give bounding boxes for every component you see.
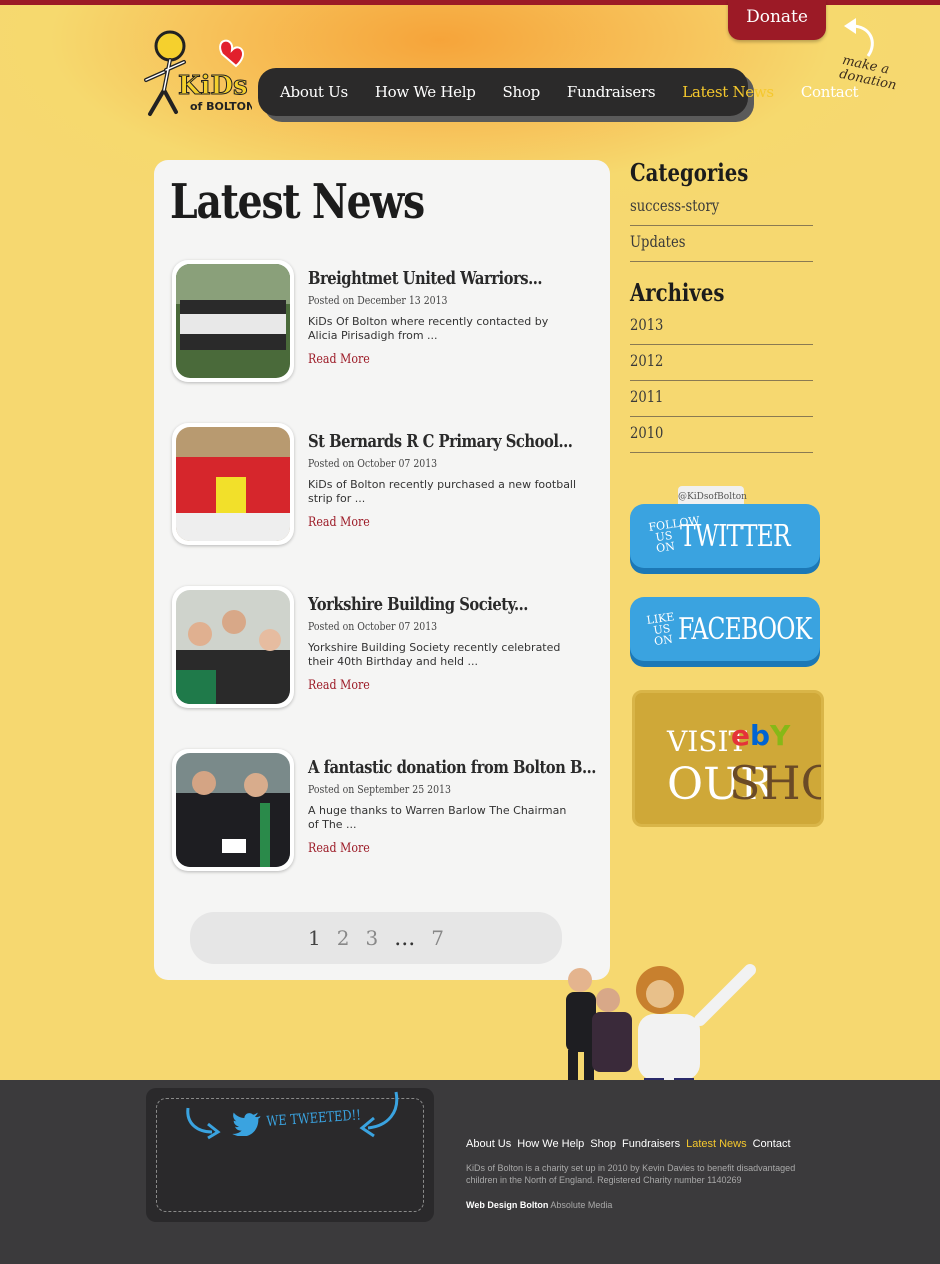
nav-item-contact[interactable]: Contact — [801, 83, 859, 101]
credit-agency[interactable]: Absolute Media — [550, 1200, 612, 1210]
category-link[interactable]: Updates — [630, 226, 813, 262]
category-link[interactable]: success-story — [630, 190, 813, 226]
post-date: Posted on October 07 2013 — [308, 457, 438, 470]
pagination-ellipsis: ... — [394, 925, 416, 951]
post-excerpt: KiDs Of Bolton where recently contacted … — [308, 315, 549, 342]
facebook-like-label: LIKE US ON — [645, 609, 676, 648]
post-thumbnail[interactable] — [172, 586, 294, 708]
post-title[interactable]: St Bernards R C Primary School... — [308, 431, 573, 452]
categories-heading: Categories — [630, 158, 749, 187]
footer-link-how-we-help[interactable]: How We Help — [517, 1138, 584, 1150]
site-footer: WE TWEETED!! About Us How We Help Shop F… — [0, 1080, 940, 1264]
footer-link-about-us[interactable]: About Us — [466, 1138, 511, 1150]
web-design-credit: Web Design Bolton Absolute Media — [466, 1200, 612, 1210]
archive-link[interactable]: 2010 — [630, 417, 813, 453]
news-post: A fantastic donation from Bolton B... Po… — [172, 749, 596, 873]
credit-link[interactable]: Web Design Bolton — [466, 1200, 548, 1210]
twitter-label: TWITTER — [680, 518, 791, 554]
svg-text:KiDs: KiDs — [178, 71, 248, 101]
footer-link-latest-news[interactable]: Latest News — [686, 1138, 747, 1150]
nav-item-latest-news[interactable]: Latest News — [682, 83, 774, 101]
nav-item-about-us[interactable]: About Us — [280, 83, 348, 101]
archives-list: 2013 2012 2011 2010 — [630, 309, 813, 453]
ebay-logo: ebY — [731, 719, 791, 752]
svg-text:of BOLTON: of BOLTON — [190, 100, 252, 113]
post-date: Posted on December 13 2013 — [308, 294, 448, 307]
post-thumbnail[interactable] — [172, 423, 294, 545]
post-title[interactable]: A fantastic donation from Bolton B... — [308, 757, 596, 778]
page-3-link[interactable]: 3 — [366, 926, 379, 950]
ebay-shop-banner[interactable]: VISIT OUR SHOP ebY — [632, 690, 869, 827]
post-excerpt: KiDs of Bolton recently purchased a new … — [308, 478, 577, 505]
news-post: St Bernards R C Primary School... Posted… — [172, 423, 592, 547]
left-arrow-icon — [186, 1107, 221, 1140]
like-facebook-button[interactable]: LIKE US ON FACEBOOK — [630, 597, 820, 661]
page-1-link[interactable]: 1 — [308, 926, 321, 950]
nav-item-how-we-help[interactable]: How We Help — [375, 83, 476, 101]
page-7-link[interactable]: 7 — [431, 926, 444, 950]
charity-info-text: KiDs of Bolton is a charity set up in 20… — [466, 1163, 796, 1185]
archives-heading: Archives — [630, 278, 725, 307]
footer-link-fundraisers[interactable]: Fundraisers — [622, 1138, 680, 1150]
ebay-shop-artwork: VISIT OUR SHOP ebY — [666, 719, 869, 810]
post-title[interactable]: Yorkshire Building Society... — [308, 594, 538, 615]
right-arrow-icon — [359, 1091, 399, 1138]
footer-nav: About Us How We Help Shop Fundraisers La… — [466, 1138, 791, 1150]
donate-button[interactable]: Donate — [728, 0, 826, 40]
post-thumbnail[interactable] — [172, 260, 294, 382]
post-date: Posted on October 07 2013 — [308, 620, 438, 633]
post-date: Posted on September 25 2013 — [308, 783, 451, 796]
curved-arrow-icon — [844, 18, 874, 57]
page-title: Latest News — [170, 174, 425, 230]
archive-link[interactable]: 2012 — [630, 345, 813, 381]
post-title[interactable]: Breightmet United Warriors... — [308, 268, 543, 289]
main-nav: About Us How We Help Shop Fundraisers La… — [258, 68, 859, 116]
follow-twitter-button[interactable]: FOLLOW US ON TWITTER — [630, 504, 820, 568]
nav-item-shop[interactable]: Shop — [503, 83, 541, 101]
site-logo[interactable]: KiDs of BOLTON — [134, 28, 252, 120]
twitter-follow-label: FOLLOW US ON — [647, 513, 701, 555]
news-post: Breightmet United Warriors... Posted on … — [172, 260, 592, 384]
archive-link[interactable]: 2011 — [630, 381, 813, 417]
footer-link-shop[interactable]: Shop — [590, 1138, 616, 1150]
nav-item-fundraisers[interactable]: Fundraisers — [567, 83, 656, 101]
post-excerpt: A huge thanks to Warren Barlow The Chair… — [308, 804, 567, 831]
latest-tweets-box: WE TWEETED!! — [146, 1088, 434, 1222]
page-2-link[interactable]: 2 — [337, 926, 350, 950]
post-excerpt: Yorkshire Building Society recently cele… — [308, 641, 561, 668]
read-more-link[interactable]: Read More — [308, 841, 370, 856]
read-more-link[interactable]: Read More — [308, 678, 370, 693]
post-thumbnail[interactable] — [172, 749, 294, 871]
read-more-link[interactable]: Read More — [308, 515, 370, 530]
news-post: Yorkshire Building Society... Posted on … — [172, 586, 592, 710]
categories-list: success-story Updates — [630, 190, 813, 262]
svg-text:SHOP: SHOP — [729, 756, 821, 810]
archive-link[interactable]: 2013 — [630, 309, 813, 345]
footer-link-contact[interactable]: Contact — [753, 1138, 791, 1150]
pagination: 1 2 3 ... 7 — [190, 912, 562, 964]
facebook-label: FACEBOOK — [677, 611, 812, 647]
news-panel: Latest News Breightmet United Warriors..… — [154, 160, 610, 980]
read-more-link[interactable]: Read More — [308, 352, 370, 367]
twitter-bird-icon — [232, 1112, 261, 1136]
